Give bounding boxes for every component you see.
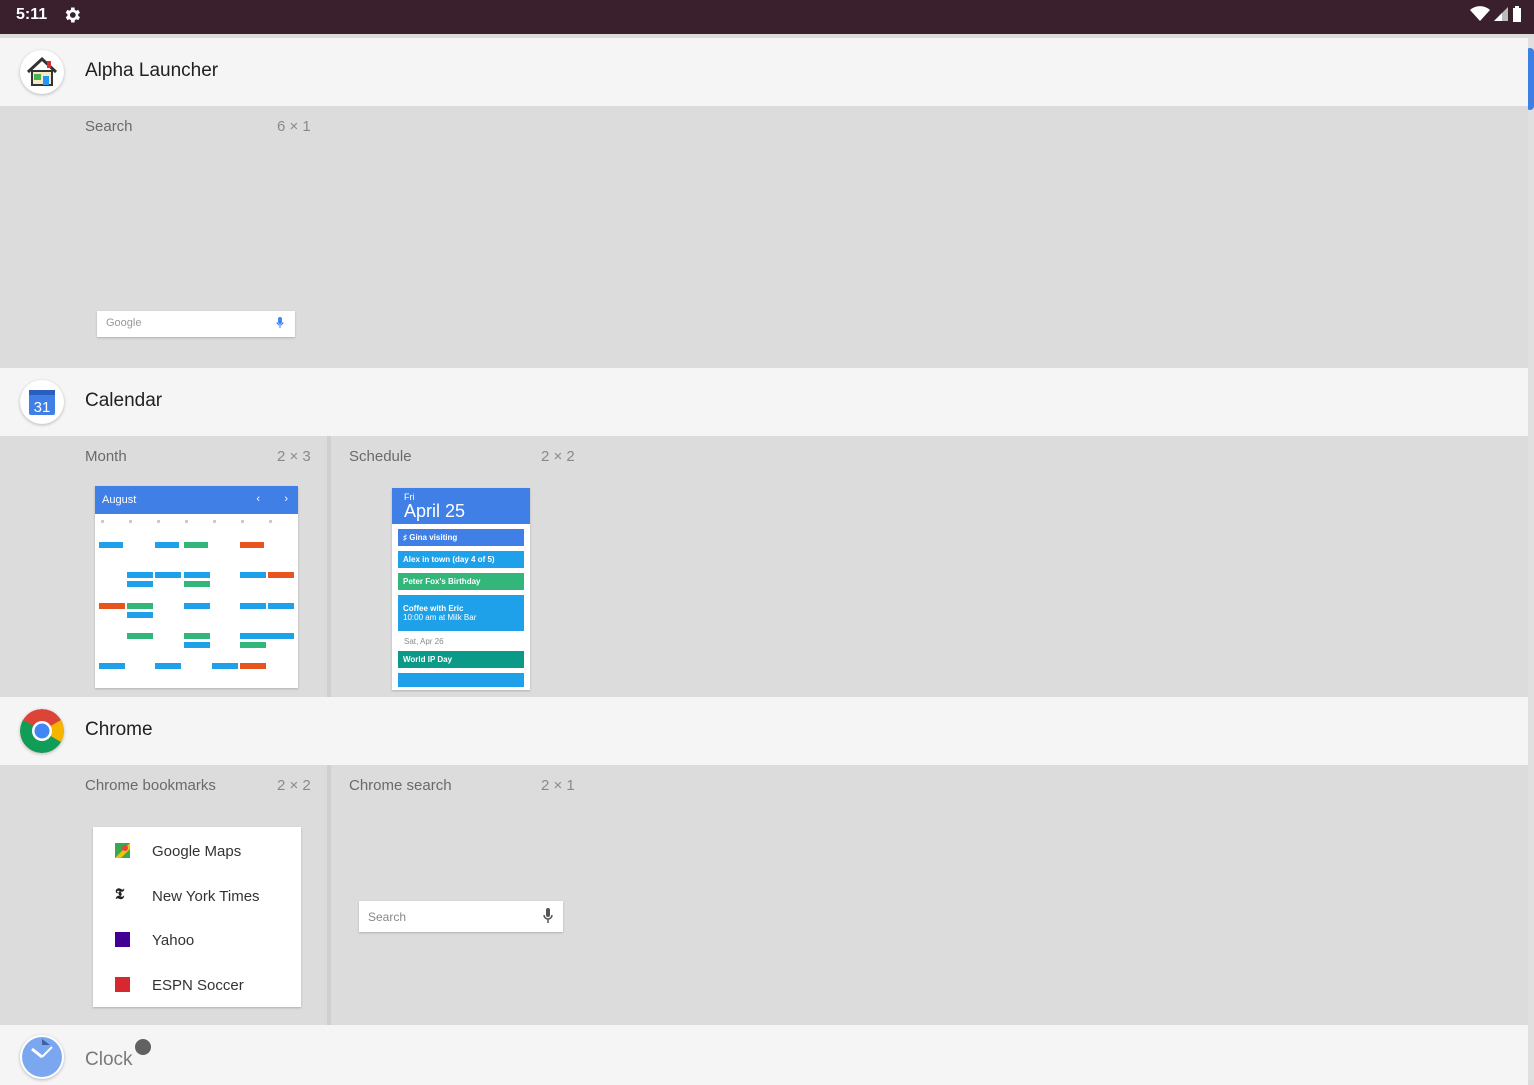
bookmarks-preview: Google Maps 𝕿 New York Times Yahoo ESPN … (93, 827, 301, 1007)
google-search-preview: Google (97, 311, 295, 337)
app-header-clock: Clock (0, 1025, 1528, 1085)
bookmark-item: Yahoo (93, 918, 301, 962)
widget-label: Chrome search (349, 777, 452, 794)
widget-picker-sheet: Alpha Launcher Search 6 × 1 Google 31 Ca… (0, 38, 1534, 1085)
widget-size: 2 × 1 (541, 777, 575, 794)
bookmark-item: Google Maps (93, 829, 301, 873)
bookmark-label: Yahoo (152, 932, 195, 949)
widget-size: 2 × 2 (541, 448, 575, 465)
battery-icon (1513, 6, 1521, 22)
calendar-icon-text: 31 (34, 399, 51, 416)
nyt-icon: 𝕿 (115, 885, 125, 903)
widget-size: 2 × 2 (277, 777, 311, 794)
schedule-event: Peter Fox's Birthday (398, 573, 524, 590)
chrome-search-preview: Search (359, 901, 563, 932)
schedule-event: ♯ Gina visiting (398, 529, 524, 546)
month-header: August ‹ › (95, 486, 298, 514)
mic-icon (543, 908, 553, 923)
app-header-chrome: Chrome (0, 697, 1528, 765)
schedule-preview: Fri April 25 ♯ Gina visiting Alex in tow… (392, 488, 530, 690)
schedule-next-day: Sat, Apr 26 (404, 637, 444, 646)
bookmark-label: Google Maps (152, 843, 242, 860)
signal-icon (1494, 7, 1508, 21)
search-placeholder: Search (368, 910, 407, 924)
bookmark-label: New York Times (152, 888, 260, 905)
home-launcher-icon (20, 50, 64, 94)
schedule-event: World IP Day (398, 651, 524, 668)
bookmark-item: ESPN Soccer (93, 963, 301, 1007)
widget-calendar-month[interactable]: Month 2 × 3 August ‹ › (0, 436, 328, 698)
schedule-event: Coffee with Eric 10:00 am at Milk Bar (398, 595, 524, 631)
schedule-event-partial (398, 673, 524, 687)
yahoo-icon (115, 932, 130, 947)
app-name: Alpha Launcher (85, 60, 219, 81)
widget-search[interactable]: Search 6 × 1 Google (0, 106, 328, 368)
google-logo: Google (106, 317, 142, 329)
widget-row-alpha-launcher: Search 6 × 1 Google (0, 106, 1528, 368)
widget-chrome-bookmarks[interactable]: Chrome bookmarks 2 × 2 Google Maps 𝕿 New… (0, 765, 328, 1025)
bookmark-item: 𝕿 New York Times (93, 874, 301, 918)
schedule-date: April 25 (404, 501, 466, 521)
chrome-icon (20, 709, 64, 753)
wifi-icon (1470, 6, 1490, 21)
drag-handle-dot[interactable] (135, 1039, 151, 1055)
status-bar: 5:11 (0, 0, 1534, 34)
month-name: August (102, 494, 137, 506)
app-header-alpha-launcher: Alpha Launcher (0, 38, 1528, 106)
widget-label: Schedule (349, 448, 412, 465)
widget-size: 2 × 3 (277, 448, 311, 465)
widget-row-chrome: Chrome bookmarks 2 × 2 Google Maps 𝕿 New… (0, 765, 1528, 1025)
clock-icon (20, 1035, 64, 1079)
widget-chrome-search[interactable]: Chrome search 2 × 1 (331, 765, 631, 1025)
chevron-right-icon: › (284, 493, 288, 505)
schedule-event: Alex in town (day 4 of 5) (398, 551, 524, 568)
widget-size: 6 × 1 (277, 118, 311, 135)
espn-icon (115, 977, 130, 992)
chevron-left-icon: ‹ (256, 493, 260, 505)
event-title: Coffee with Eric (403, 604, 464, 613)
mic-icon (276, 317, 284, 328)
widget-row-calendar: Month 2 × 3 August ‹ › Schedule 2 × 2 Fr… (0, 436, 1528, 698)
app-name: Calendar (85, 390, 163, 411)
bookmark-label: ESPN Soccer (152, 977, 244, 994)
widget-label: Search (85, 118, 133, 135)
app-name: Clock (85, 1049, 133, 1070)
widget-label: Month (85, 448, 127, 465)
widget-label: Chrome bookmarks (85, 777, 216, 794)
maps-icon (115, 843, 130, 858)
event-detail: 10:00 am at Milk Bar (403, 613, 477, 622)
month-calendar-preview: August ‹ › (95, 486, 298, 688)
app-name: Chrome (85, 719, 153, 740)
calendar-icon: 31 (20, 380, 64, 424)
status-time: 5:11 (16, 6, 48, 23)
month-grid-thumbnail (99, 520, 294, 669)
schedule-header: Fri April 25 (392, 488, 530, 524)
settings-gear-icon (65, 7, 80, 23)
app-header-calendar: 31 Calendar (0, 368, 1528, 436)
